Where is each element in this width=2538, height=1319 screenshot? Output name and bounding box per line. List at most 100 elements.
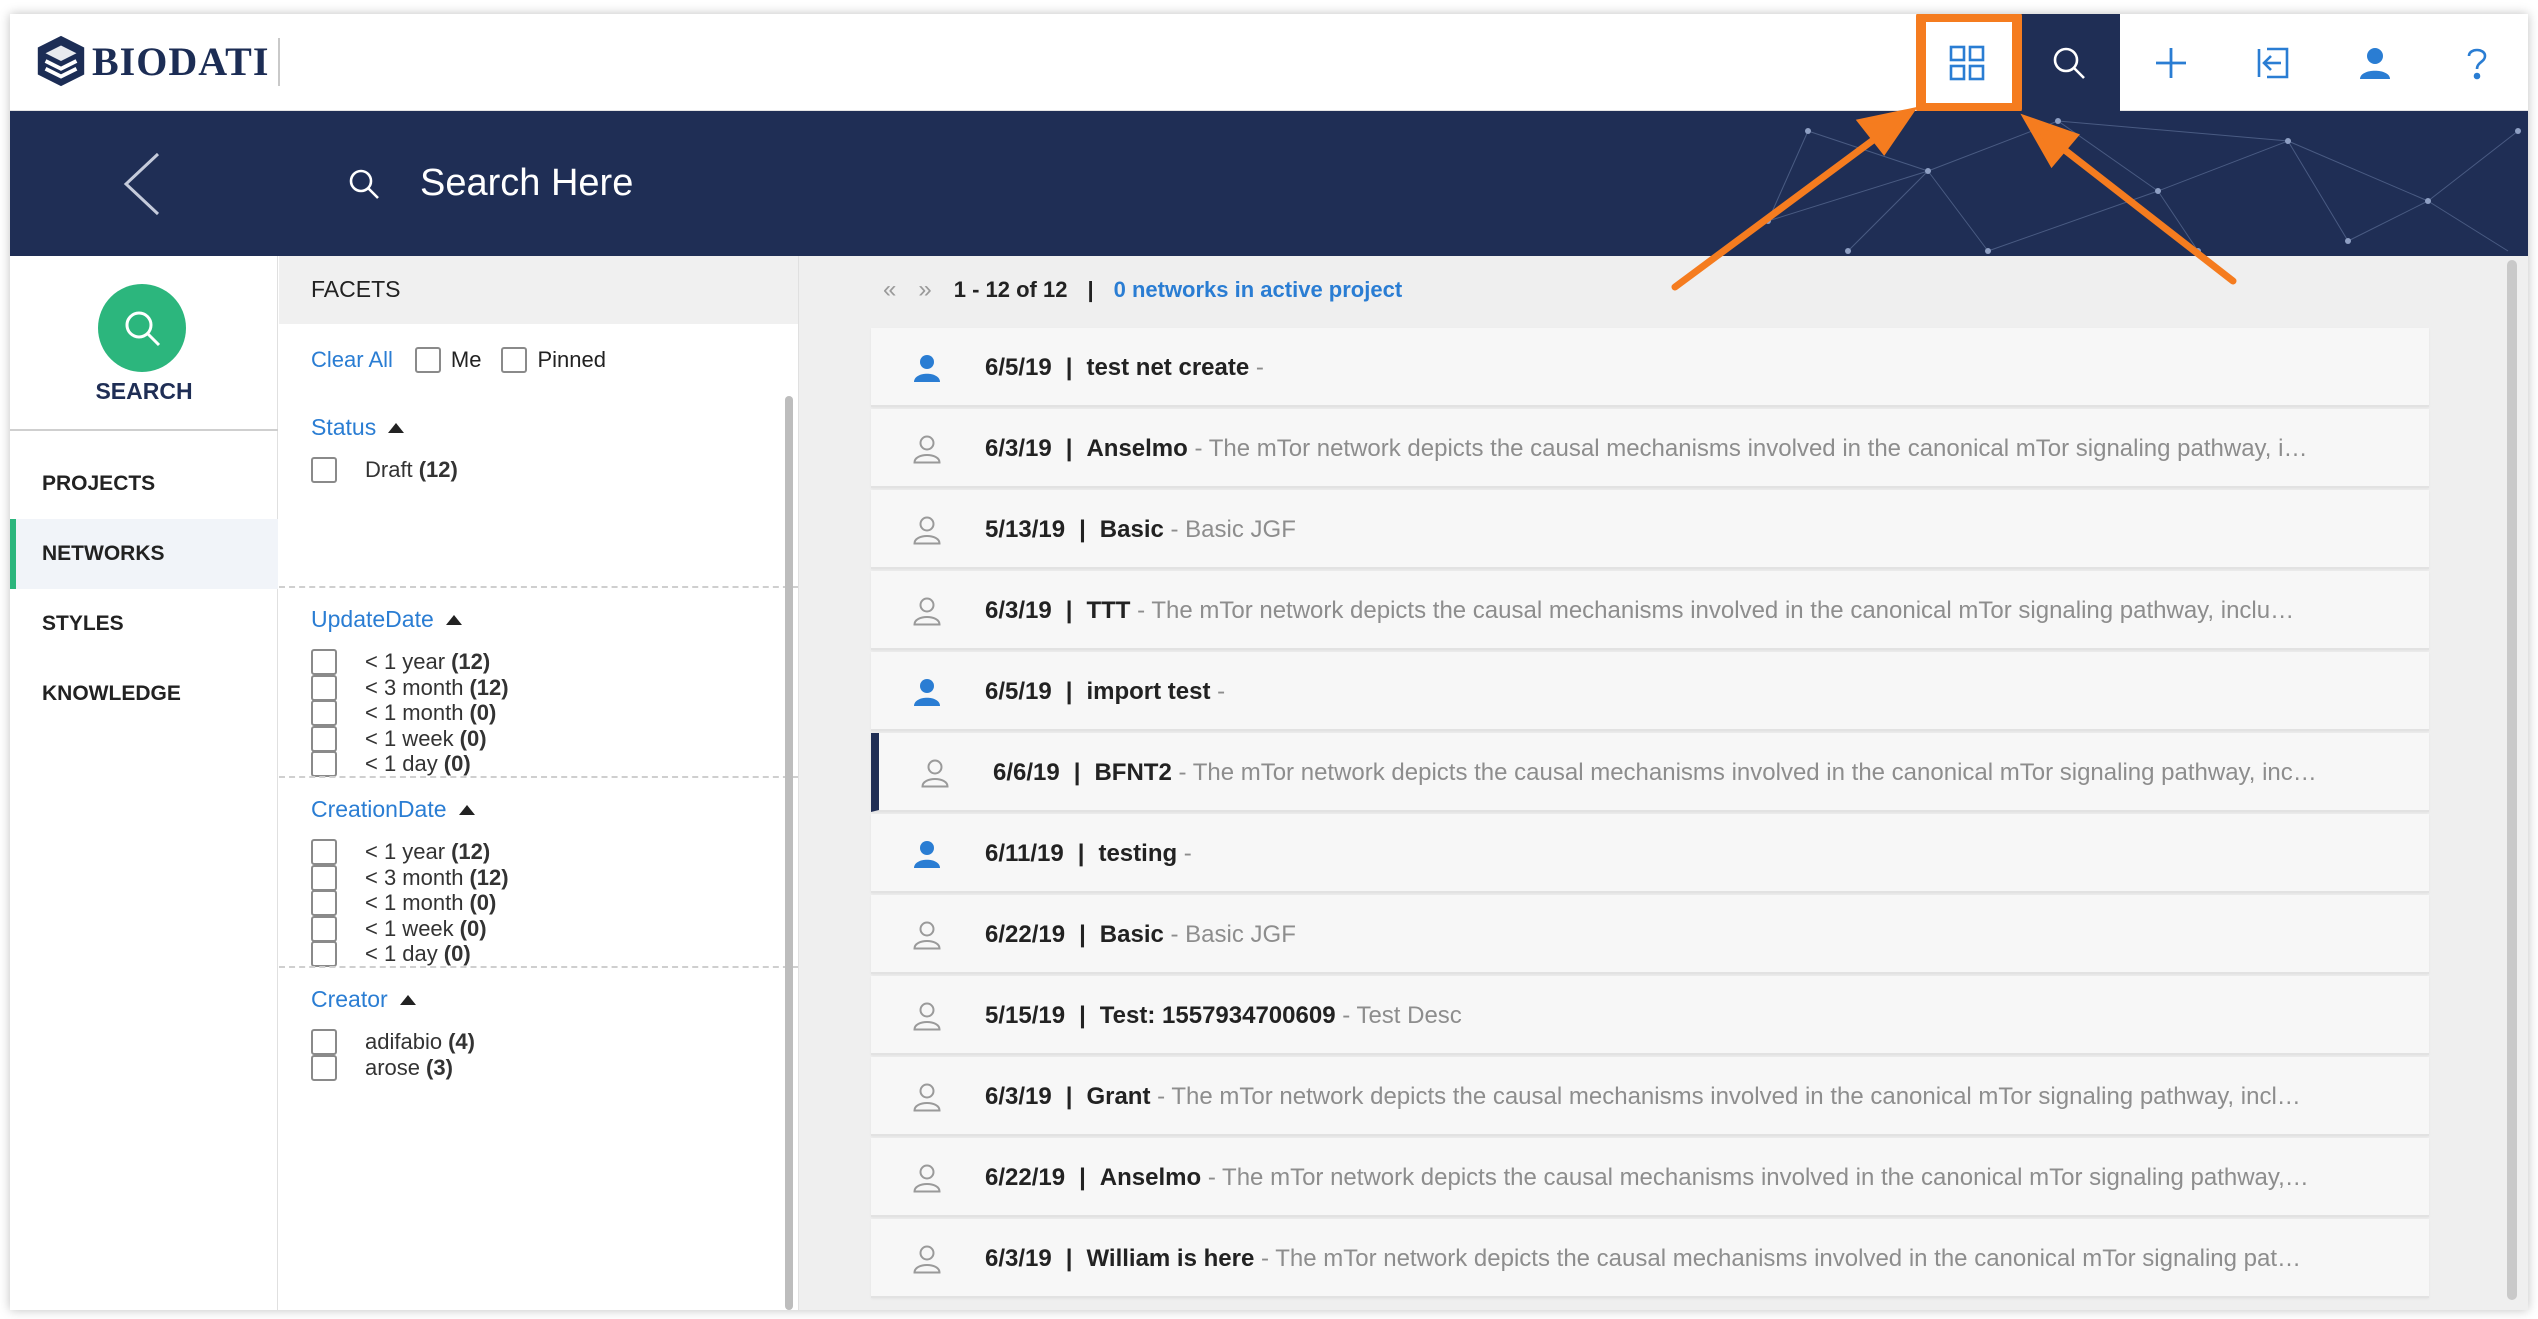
network-row[interactable]: 6/22/19 | Anselmo - The mTor network depic… [871, 1138, 2429, 1217]
network-separator: | [1065, 678, 1073, 705]
user-button[interactable] [2324, 14, 2426, 111]
network-row[interactable]: 6/3/19 | William is here - The mTor networ… [871, 1219, 2429, 1298]
network-row[interactable]: 6/5/19 | import test - [871, 652, 2429, 731]
plus-icon [2156, 47, 2186, 78]
network-row[interactable]: 6/3/19 | Anselmo - The mTor network depict… [871, 409, 2429, 488]
collapse-triangle-icon[interactable] [399, 994, 416, 1005]
network-row-text: 6/3/19 | William is here - The mTor networ… [985, 1219, 2405, 1298]
facet-title-label: Status [311, 414, 377, 440]
network-date: 6/3/19 [985, 597, 1052, 624]
network-name[interactable]: Grant [1086, 1083, 1150, 1110]
user-icon [2360, 47, 2390, 79]
network-separator: | [1065, 597, 1073, 624]
clear-all-link[interactable]: Clear All [311, 347, 393, 373]
active-project-link[interactable]: 0 networks in active project [1114, 277, 1403, 303]
network-description: - The mTor network depicts the causal me… [1171, 759, 2317, 786]
facet-option[interactable]: Draft (12) [311, 452, 458, 488]
network-name[interactable]: William is here [1086, 1245, 1254, 1272]
network-row[interactable]: 6/3/19 | Grant - The mTor network depicts … [871, 1057, 2429, 1136]
network-description: - [1177, 840, 1192, 867]
network-name[interactable]: TTT [1086, 597, 1130, 624]
facet-divider [279, 586, 798, 588]
facet-option[interactable]: arose (3) [311, 1050, 453, 1086]
facets-scrollbar[interactable] [785, 396, 793, 1310]
network-name[interactable]: import test [1086, 678, 1210, 705]
me-filter[interactable]: Me [414, 347, 481, 373]
network-date: 6/3/19 [985, 1245, 1052, 1272]
facet-option-count: (0) [443, 751, 471, 776]
facet-option-label: < 1 day [365, 751, 438, 776]
grid-view-button[interactable] [1916, 14, 2018, 111]
search-toolbar-button[interactable] [2018, 14, 2120, 111]
owner-user-icon [914, 841, 940, 868]
facets-header: FACETS [279, 256, 798, 324]
logo-divider [278, 38, 280, 86]
facet-checkbox[interactable] [311, 941, 337, 967]
collapse-triangle-icon[interactable] [445, 614, 462, 625]
brand-logo[interactable]: BIODATI [32, 32, 269, 90]
network-row[interactable]: 6/22/19 | Basic - Basic JGF [871, 895, 2429, 974]
network-date: 6/3/19 [985, 1083, 1052, 1110]
network-name[interactable]: Anselmo [1100, 1164, 1201, 1191]
facet-checkbox[interactable] [311, 1054, 337, 1081]
facet-option-count: (12) [418, 457, 458, 482]
collapse-triangle-icon[interactable] [388, 422, 405, 433]
facet-title-updatedate[interactable]: UpdateDate [311, 606, 462, 633]
facet-option-count: (0) [443, 941, 471, 966]
network-row[interactable]: 6/11/19 | testing - [871, 814, 2429, 893]
facet-divider [279, 776, 798, 778]
network-name[interactable]: Basic [1100, 921, 1164, 948]
network-row[interactable]: 6/5/19 | test net create - [871, 328, 2429, 407]
facet-option-count: (3) [426, 1054, 453, 1080]
collapse-triangle-icon[interactable] [458, 804, 475, 815]
network-name[interactable]: Anselmo [1086, 435, 1187, 462]
other-user-icon [913, 435, 941, 464]
pinned-filter[interactable]: Pinned [501, 347, 606, 373]
network-description: - The mTor network depicts the causal me… [1254, 1245, 2302, 1272]
network-separator: | [1079, 1002, 1086, 1029]
network-row-text: 6/5/19 | test net create - [985, 328, 2405, 407]
facet-title-status[interactable]: Status [311, 414, 405, 441]
network-name[interactable]: Basic [1100, 516, 1164, 543]
import-button[interactable] [2222, 14, 2324, 111]
network-date: 6/22/19 [985, 1164, 1066, 1191]
network-row-text: 6/3/19 | Grant - The mTor network depicts … [985, 1057, 2405, 1136]
nav-item-networks[interactable]: NETWORKS [10, 519, 278, 589]
facet-title-creationdate[interactable]: CreationDate [311, 796, 475, 823]
facet-checkbox[interactable] [311, 751, 337, 777]
network-date: 6/3/19 [985, 435, 1052, 462]
facet-checkbox[interactable] [311, 457, 337, 483]
search-nav-tile[interactable]: SEARCH [10, 256, 278, 431]
pinned-checkbox[interactable] [501, 347, 528, 373]
network-row-text: 6/22/19 | Basic - Basic JGF [985, 895, 2405, 974]
next-page-button[interactable]: » [918, 276, 931, 304]
help-button[interactable] [2426, 14, 2528, 111]
network-name[interactable]: Test: 1557934700609 [1100, 1002, 1336, 1029]
help-icon [2467, 48, 2487, 79]
prev-page-button[interactable]: « [883, 276, 896, 304]
network-row[interactable]: 5/13/19 | Basic - Basic JGF [871, 490, 2429, 569]
search-input[interactable] [420, 151, 1220, 215]
nav-item-styles[interactable]: STYLES [10, 589, 278, 659]
owner-user-icon [914, 355, 940, 382]
network-name[interactable]: testing [1098, 840, 1177, 867]
network-separator: | [1079, 921, 1086, 948]
network-row-text: 6/5/19 | import test - [985, 652, 2405, 731]
network-name[interactable]: BFNT2 [1094, 759, 1171, 786]
search-nav-button[interactable] [98, 284, 186, 372]
nav-item-projects[interactable]: PROJECTS [10, 449, 278, 519]
network-separator: | [1065, 435, 1073, 462]
network-row[interactable]: 6/6/19 | BFNT2 - The mTor network depicts … [871, 733, 2429, 812]
me-checkbox[interactable] [414, 347, 441, 373]
network-name[interactable]: test net create [1086, 354, 1249, 381]
nav-item-knowledge[interactable]: KNOWLEDGE [10, 659, 278, 729]
facet-title-creator[interactable]: Creator [311, 986, 416, 1013]
back-arrow-icon[interactable] [118, 149, 168, 219]
add-button[interactable] [2120, 14, 2222, 111]
network-row[interactable]: 6/3/19 | TTT - The mTor network depicts th… [871, 571, 2429, 650]
list-scrollbar[interactable] [2507, 260, 2517, 1300]
search-field-icon [349, 169, 379, 199]
network-row[interactable]: 5/15/19 | Test: 1557934700609 - Test Desc [871, 976, 2429, 1055]
network-row-text: 5/13/19 | Basic - Basic JGF [985, 490, 2405, 569]
other-user-icon [913, 1245, 941, 1274]
